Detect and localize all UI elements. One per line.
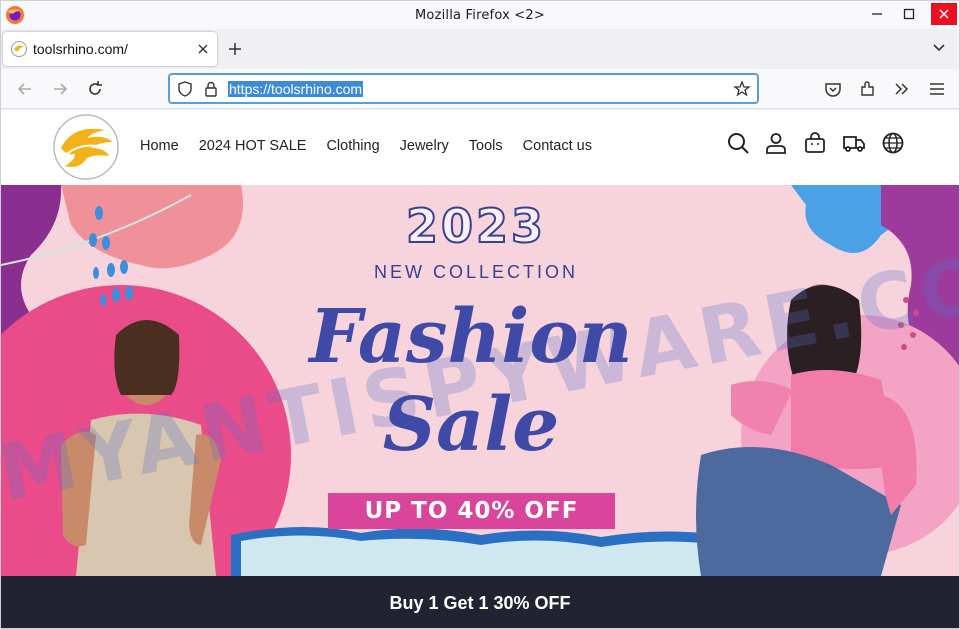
- maximize-button[interactable]: [893, 1, 925, 27]
- promo-text: Buy 1 Get 1 30% OFF: [389, 592, 571, 613]
- firefox-logo-icon: [6, 6, 24, 24]
- account-icon[interactable]: [764, 131, 788, 155]
- overflow-icon[interactable]: [892, 79, 912, 99]
- tab-strip: toolsrhino.com/: [1, 29, 959, 69]
- menu-item-clothing[interactable]: Clothing: [326, 138, 379, 154]
- search-icon[interactable]: [726, 131, 750, 155]
- lock-icon[interactable]: [202, 80, 220, 98]
- back-icon[interactable]: [15, 79, 35, 99]
- window-title: Mozilla Firefox <2>: [415, 7, 545, 23]
- site-logo-icon[interactable]: [53, 114, 119, 180]
- hero-year-wrap: 2023: [401, 198, 551, 254]
- reload-icon[interactable]: [85, 79, 105, 99]
- hero-subtitle: NEW COLLECTION: [373, 262, 579, 282]
- hero-headline-2: Sale: [382, 382, 560, 468]
- close-icon: [939, 9, 949, 19]
- menu-item-jewelry[interactable]: Jewelry: [400, 138, 449, 154]
- url-bar[interactable]: https://toolsrhino.com: [168, 73, 759, 104]
- menu-item-hot-sale[interactable]: 2024 HOT SALE: [199, 138, 307, 154]
- promo-bar: Buy 1 Get 1 30% OFF: [1, 576, 959, 628]
- url-text[interactable]: https://toolsrhino.com: [228, 81, 364, 97]
- hero-year: 2023: [405, 198, 547, 254]
- hero-banner[interactable]: MYANTISPYWARE.COM 2023 NEW COLLECTION Fa…: [1, 185, 959, 576]
- browser-window: Mozilla Firefox <2> toolsrhino.com/ http…: [0, 0, 960, 629]
- extensions-icon[interactable]: [858, 79, 878, 99]
- globe-icon[interactable]: [881, 131, 905, 155]
- title-bar: Mozilla Firefox <2>: [1, 1, 959, 29]
- bookmark-star-icon[interactable]: [733, 80, 751, 98]
- pocket-icon[interactable]: [823, 79, 843, 99]
- minimize-button[interactable]: [861, 1, 893, 27]
- menu-icon[interactable]: [927, 79, 947, 99]
- site-favicon-icon: [11, 41, 27, 57]
- site-header: Home 2024 HOT SALE Clothing Jewelry Tool…: [1, 110, 959, 185]
- maximize-icon: [903, 8, 915, 20]
- hero-headline-1: Fashion: [309, 294, 633, 380]
- navigation-toolbar: https://toolsrhino.com: [1, 69, 959, 109]
- menu-item-contact[interactable]: Contact us: [523, 138, 592, 154]
- main-menu: Home 2024 HOT SALE Clothing Jewelry Tool…: [140, 138, 612, 154]
- forward-icon[interactable]: [50, 79, 70, 99]
- hero-offer-badge: UP TO 40% OFF: [328, 493, 615, 529]
- minimize-icon: [872, 13, 882, 15]
- shipping-truck-icon[interactable]: [842, 131, 866, 155]
- list-all-tabs-chevron-down-icon[interactable]: [931, 39, 947, 55]
- tab-toolsrhino[interactable]: toolsrhino.com/: [3, 32, 217, 66]
- new-tab-icon[interactable]: [227, 41, 243, 57]
- tab-close-icon[interactable]: [197, 43, 209, 55]
- close-window-button[interactable]: [931, 3, 957, 25]
- menu-item-tools[interactable]: Tools: [469, 138, 503, 154]
- cart-icon[interactable]: [803, 131, 827, 155]
- tab-label: toolsrhino.com/: [33, 41, 128, 57]
- menu-item-home[interactable]: Home: [140, 138, 179, 154]
- web-page: Home 2024 HOT SALE Clothing Jewelry Tool…: [1, 110, 959, 628]
- shield-icon[interactable]: [176, 80, 194, 98]
